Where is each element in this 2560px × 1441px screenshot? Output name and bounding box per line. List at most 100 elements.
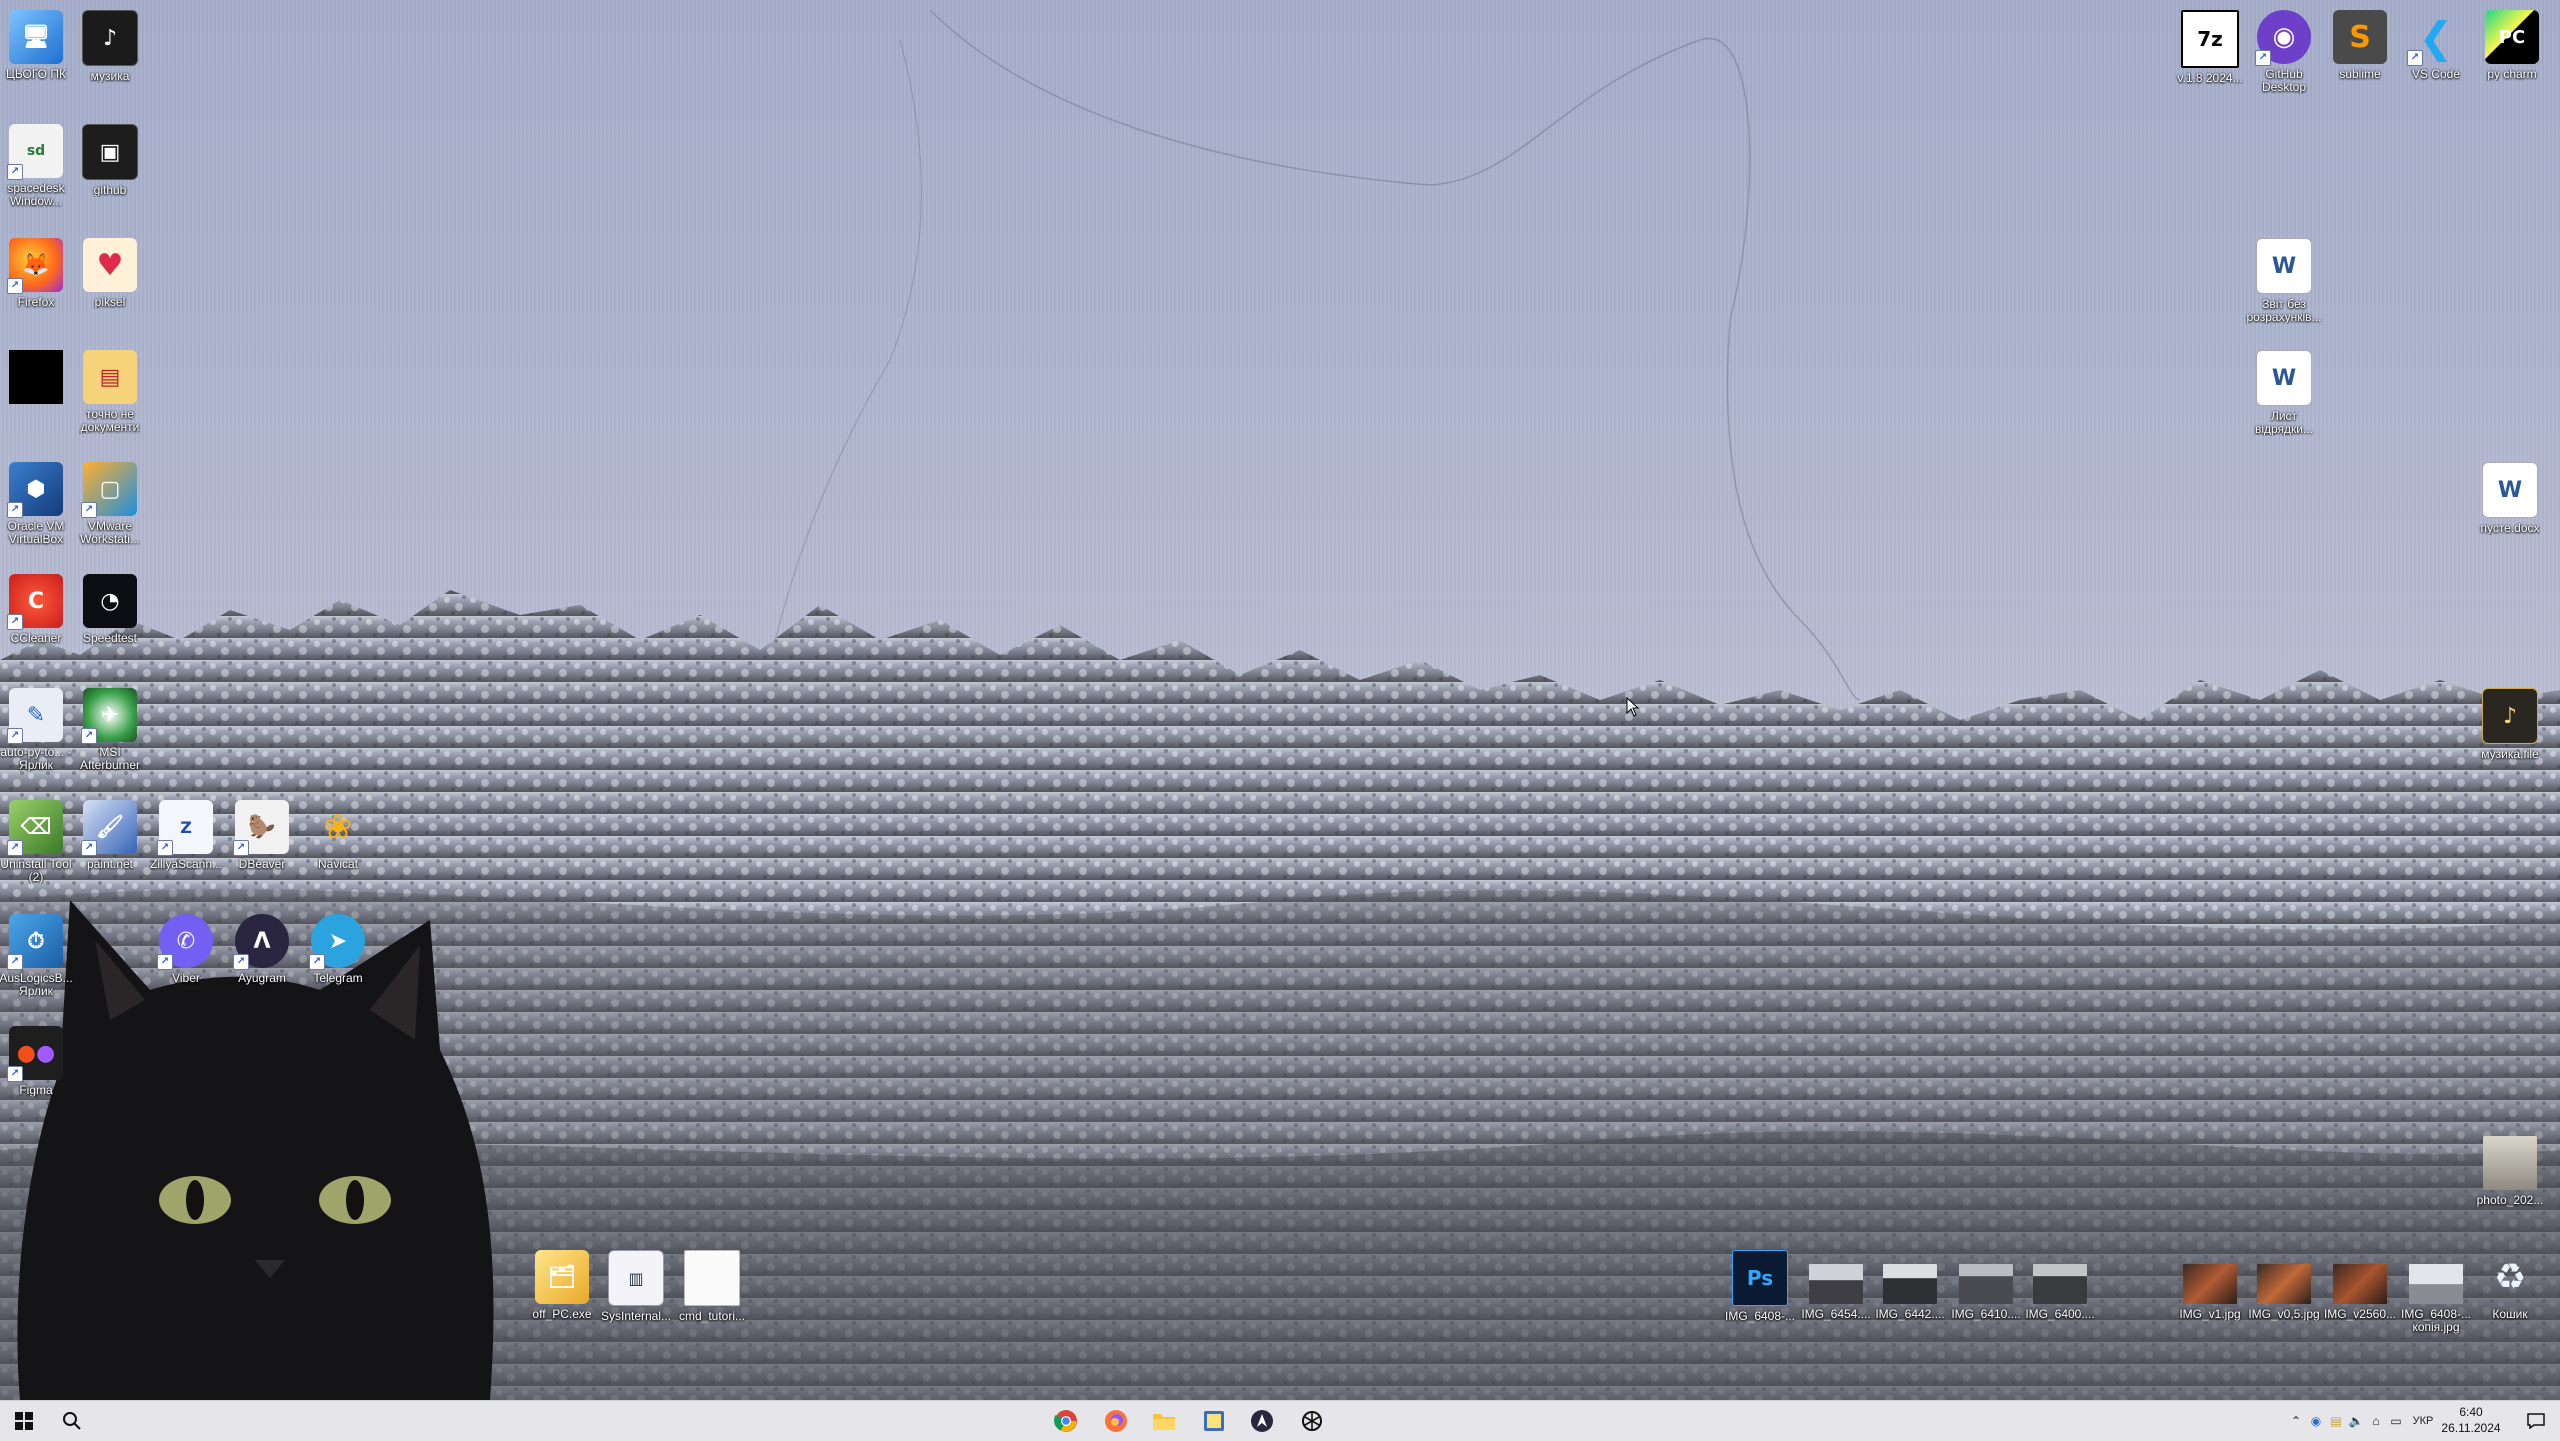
desktop-icon-dbeaver[interactable]: 🦫 ↗ DBeaver xyxy=(224,800,300,871)
desktop-icon-label: IMG_6454.... xyxy=(1801,1308,1871,1321)
clock-date: 26.11.2024 xyxy=(2441,1421,2501,1435)
zillya-icon: Z ↗ xyxy=(157,800,213,856)
desktop-icon-uninstall-tool[interactable]: ⌫ ↗ Uninstall Tool (2) xyxy=(0,800,74,884)
desktop-icon-7zip[interactable]: 7z v.1.8 2024... xyxy=(2172,10,2248,85)
desktop-icon-label: v.1.8 2024... xyxy=(2177,72,2243,85)
volume-icon[interactable]: 🔈 xyxy=(2346,1414,2366,1428)
desktop-icon-pycharm[interactable]: PC py charm xyxy=(2474,10,2550,81)
desktop-icon-label: CCleaner xyxy=(10,632,62,645)
desktop-icon-label: Uninstall Tool (2) xyxy=(0,858,72,884)
ethernet-icon[interactable]: ▭ xyxy=(2386,1414,2406,1428)
chevron-up-icon[interactable]: ⌃ xyxy=(2286,1414,2306,1428)
desktop-icon-ccleaner[interactable]: C ↗ CCleaner xyxy=(0,574,74,645)
desktop-icon-telegram[interactable]: ➤ ↗ Telegram xyxy=(300,914,376,985)
taskbar-file-explorer[interactable] xyxy=(1140,1401,1188,1441)
desktop-icon-word-empty[interactable]: W пусте.docx xyxy=(2472,462,2548,535)
desktop-icon-img-v2560[interactable]: IMG_v2560... xyxy=(2322,1250,2398,1321)
desktop-icon-music[interactable]: ♪ музика xyxy=(72,10,148,83)
desktop-icon-label: музика xyxy=(90,70,130,83)
clock[interactable]: 6:40 26.11.2024 xyxy=(2436,1404,2506,1436)
network-tray-icon[interactable]: ◉ xyxy=(2306,1414,2326,1428)
ayugram-icon: Λ ↗ xyxy=(233,914,289,970)
desktop-icon-speedtest[interactable]: ◔ Speedtest xyxy=(72,574,148,645)
desktop-icon-word-report[interactable]: W Звіт без розрахунків... xyxy=(2246,238,2322,324)
desktop-icon-photo[interactable]: photo_202... xyxy=(2472,1136,2548,1207)
desktop-icon-label: auto-py-to... - Ярлик xyxy=(0,746,72,772)
viber-icon: ✆ ↗ xyxy=(157,914,213,970)
desktop-icon-word-letter[interactable]: W Лист відрядки... xyxy=(2246,350,2322,436)
desktop-icon-auslogics[interactable]: ⏱ ↗ AusLogicsB... Ярлик xyxy=(0,914,74,998)
black-square-icon xyxy=(9,350,63,404)
search-icon xyxy=(63,1412,81,1430)
desktop-icon-virtualbox[interactable]: ⬢ ↗ Oracle VM VirtualBox xyxy=(0,462,74,546)
desktop-icon-img-6410[interactable]: IMG_6410.... xyxy=(1948,1250,2024,1321)
notifications-button[interactable] xyxy=(2512,1401,2560,1441)
shortcut-arrow-icon: ↗ xyxy=(7,728,23,744)
notes-icon xyxy=(1204,1411,1224,1431)
desktop-icon-github-desktop[interactable]: ◉ ↗ GitHub Desktop xyxy=(2246,10,2322,94)
search-button[interactable] xyxy=(48,1401,96,1441)
taskbar-notes[interactable] xyxy=(1190,1401,1238,1441)
desktop-icon-music-file[interactable]: ♪ музика.file xyxy=(2472,688,2548,761)
image-thumb-icon xyxy=(1883,1264,1937,1304)
desktop-icon-spacedesk[interactable]: sd ↗ spacedesk Window... xyxy=(0,124,74,208)
photo-thumb-icon xyxy=(2483,1136,2537,1190)
desktop-icon-label: SysInternal... xyxy=(600,1310,672,1323)
word-doc-icon: W xyxy=(2256,238,2312,294)
desktop-icon-label: DBeaver xyxy=(238,858,286,871)
desktop-icon-firefox[interactable]: 🦊 ↗ Firefox xyxy=(0,238,74,309)
desktop-icon-img-6454[interactable]: IMG_6454.... xyxy=(1798,1250,1874,1321)
desktop-icon-img-6442[interactable]: IMG_6442.... xyxy=(1872,1250,1948,1321)
desktop-icon-img-v05[interactable]: IMG_v0,5.jpg xyxy=(2246,1250,2322,1321)
image-thumb-icon xyxy=(2033,1264,2087,1304)
navicat-icon: ❀ xyxy=(323,807,353,847)
desktop-icon-img-6400[interactable]: IMG_6400.... xyxy=(2022,1250,2098,1321)
figma-icon: ● ● ↗ xyxy=(7,1026,63,1082)
desktop-icon-img-copy[interactable]: IMG_6408-... копія.jpg xyxy=(2398,1250,2474,1334)
firefox-icon xyxy=(1105,1410,1127,1432)
desktop-icon-vmware[interactable]: ▢ ↗ VMware Workstati... xyxy=(72,462,148,546)
image-thumb-icon xyxy=(2409,1264,2463,1304)
taskbar-firefox[interactable] xyxy=(1092,1401,1140,1441)
folder-tray-icon[interactable]: ▤ xyxy=(2326,1414,2346,1428)
taskbar-chrome[interactable] xyxy=(1042,1401,1090,1441)
desktop-icon-paintnet[interactable]: 🖌 ↗ paint.net xyxy=(72,800,148,871)
desktop-icon-afterburner[interactable]: ✈ ↗ MSI Afterburner xyxy=(72,688,148,772)
desktop-icon-black-square[interactable] xyxy=(0,350,74,404)
chrome-icon xyxy=(1054,1410,1077,1432)
taskbar-ayugram[interactable] xyxy=(1238,1401,1286,1441)
desktop-icon-vscode[interactable]: ❮ ↗ VS Code xyxy=(2398,10,2474,81)
desktop-icon-sublime[interactable]: S sublime xyxy=(2322,10,2398,81)
desktop-icon-psd[interactable]: Ps IMG_6408-... xyxy=(1722,1250,1798,1323)
desktop-icon-cmd-tutorial[interactable]: cmd_tutori... xyxy=(674,1250,750,1323)
desktop-icon-sysinternals[interactable]: ▥ SysInternal... xyxy=(598,1250,674,1323)
music-file-icon: ♪ xyxy=(2482,688,2538,744)
desktop-icon-zillya[interactable]: Z ↗ ZillyaScann... xyxy=(148,800,224,871)
shortcut-arrow-icon: ↗ xyxy=(7,840,23,856)
desktop-icon-this-pc[interactable]: 🖥 ЦЬОГО ПК xyxy=(0,10,74,81)
taskbar-chatgpt[interactable] xyxy=(1288,1401,1336,1441)
desktop-icon-label: github xyxy=(93,184,127,197)
afterburner-icon: ✈ ↗ xyxy=(81,688,137,744)
desktop-icon-not-documents[interactable]: ▤ точно не документи xyxy=(72,350,148,434)
desktop-icon-figma[interactable]: ● ● ↗ Figma xyxy=(0,1026,74,1097)
auslogics-icon: ⏱ ↗ xyxy=(7,914,63,970)
desktop-icon-label: IMG_6410.... xyxy=(1951,1308,2021,1321)
desktop-icon-label: AusLogicsB... Ярлик xyxy=(0,972,73,998)
desktop-icon-recycle-bin[interactable]: ♻ Кошик xyxy=(2472,1250,2548,1321)
desktop-icon-label: paint.net xyxy=(86,858,134,871)
telegram-icon: ➤ ↗ xyxy=(309,914,365,970)
desktop-icon-off-pc[interactable]: 🗂 off_PC.exe xyxy=(524,1250,600,1321)
start-button[interactable] xyxy=(0,1401,48,1441)
desktop-icon-label: IMG_v1.jpg xyxy=(2179,1308,2241,1321)
desktop-icon-auto-py[interactable]: ✎ ↗ auto-py-to... - Ярлик xyxy=(0,688,74,772)
desktop-icon-label: ЦЬОГО ПК xyxy=(6,68,66,81)
desktop-icon-github-folder[interactable]: ▣ github xyxy=(72,124,148,197)
desktop-icon-navicat[interactable]: ❀ Navicat xyxy=(300,800,376,871)
desktop-icon-piksel[interactable]: ♥ piksel xyxy=(72,238,148,309)
desktop-icon-ayugram[interactable]: Λ ↗ Ayugram xyxy=(224,914,300,985)
wifi-icon[interactable]: ⌂ xyxy=(2366,1414,2386,1428)
desktop-icon-viber[interactable]: ✆ ↗ Viber xyxy=(148,914,224,985)
desktop-icon-img-v1[interactable]: IMG_v1.jpg xyxy=(2172,1250,2248,1321)
language-indicator[interactable]: УКР xyxy=(2406,1415,2440,1427)
